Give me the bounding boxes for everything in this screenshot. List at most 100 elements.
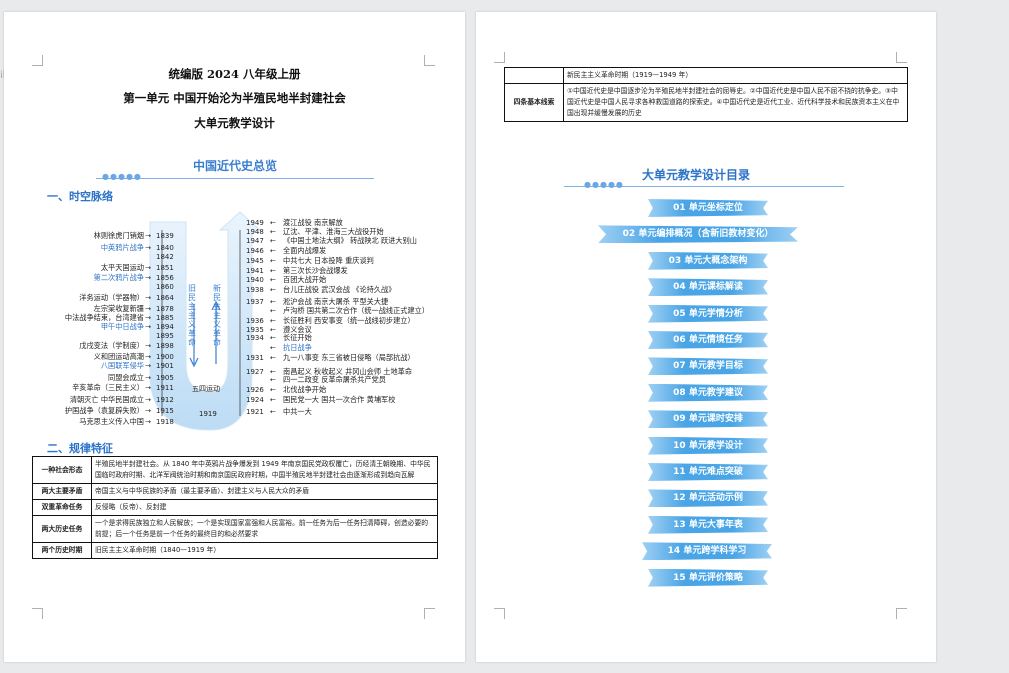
arrow-icon: →	[145, 383, 152, 392]
toc-item[interactable]: 03 单元大概念架构	[648, 251, 768, 270]
toc-item[interactable]: 08 单元教学建议	[648, 383, 768, 402]
timeline-event: 戊戌变法（学制度）	[79, 341, 144, 350]
timeline-year: 1941	[246, 267, 264, 275]
arrow-icon: ←	[270, 275, 277, 284]
design-title: 大单元教学设计	[194, 116, 275, 130]
timeline-year: 1915	[156, 407, 174, 415]
timeline-event: 左宗棠收复新疆	[93, 304, 144, 313]
arrow-icon: ←	[270, 375, 277, 384]
timeline-event: 洋务运动（学器物）	[79, 293, 144, 302]
timeline-year: 1851	[156, 264, 174, 272]
timeline-year: 1947	[246, 237, 264, 245]
timeline-event: 护国战争（袁复辟失败）	[64, 406, 144, 415]
crop-mark	[32, 55, 43, 66]
timeline-year: 1911	[156, 384, 174, 392]
timeline-event: 中法战争结束，台湾建省	[64, 313, 144, 322]
table-row: 两大主要矛盾 帝国主义与中华民族的矛盾（最主要矛盾）、封建主义与人民大众的矛盾	[32, 483, 438, 500]
toc-item[interactable]: 04 单元课标解读	[648, 278, 768, 297]
toc-title: 大单元教学设计目录	[642, 168, 751, 182]
timeline-event: 清朝灭亡 中华民国成立	[69, 395, 144, 404]
row-content: 半殖民地半封建社会。从 1840 年中英鸦片战争爆发到 1949 年南京国民党政…	[91, 456, 438, 484]
arrow-icon: ←	[270, 218, 277, 227]
timeline-event: 卢沟桥 国共第二次合作（统一战线正式建立）	[283, 306, 430, 315]
arrow-icon: →	[145, 231, 152, 240]
arrow-icon: →	[145, 243, 152, 252]
crop-mark	[424, 608, 435, 619]
arrow-icon: →	[145, 273, 152, 282]
arrow-icon: ←	[270, 297, 277, 306]
toc-item[interactable]: 09 单元课时安排	[648, 410, 768, 429]
row-header	[504, 67, 564, 84]
crop-mark	[494, 608, 505, 619]
timeline-year: 1901	[156, 362, 174, 370]
arrow-icon: ←	[270, 316, 277, 325]
arrow-icon: →	[145, 361, 152, 370]
timeline-year: 1864	[156, 294, 174, 302]
timeline-event: 《中国土地法大纲》 转战陕北 跃进大别山	[283, 236, 417, 245]
row-header: 双重革命任务	[32, 499, 92, 516]
table-row: 新民主主义革命时期（1919—1949 年）	[504, 67, 908, 84]
crop-mark	[32, 608, 43, 619]
timeline-year: 1878	[156, 305, 174, 313]
timeline-year: 1924	[246, 396, 264, 404]
arrow-icon: ←	[270, 246, 277, 255]
crop-mark	[896, 52, 907, 63]
arrow-icon: ←	[270, 306, 277, 315]
features-table: 一种社会形态 半殖民地半封建社会。从 1840 年中英鸦片战争爆发到 1949 年…	[32, 456, 438, 559]
arrow-icon: ←	[270, 395, 277, 404]
timeline-year: 1885	[156, 314, 174, 322]
timeline-event: 林则徐虎门销烟	[93, 231, 144, 240]
timeline-year: 1949	[246, 219, 264, 227]
toc-item[interactable]: 10 单元教学设计	[648, 436, 768, 455]
crop-mark	[424, 55, 435, 66]
toc-item[interactable]: 12 单元活动示例	[648, 489, 768, 508]
section-timeline-heading: 一、时空脉络	[47, 190, 113, 203]
table-row: 两大历史任务 一个是求得民族独立和人民解放；一个是实现国家富强和人民富裕。前一任务…	[32, 515, 438, 543]
arrow-icon: ←	[270, 333, 277, 342]
decor-dots: ●●●●●	[102, 172, 142, 181]
timeline-year: 1921	[246, 408, 264, 416]
arrow-icon: →	[145, 322, 152, 331]
toc-item[interactable]: 05 单元学情分析	[648, 304, 768, 323]
timeline-year: 1900	[156, 353, 174, 361]
timeline-event: 台儿庄战役 武汉会战 《论持久战》	[283, 285, 396, 294]
toc-item[interactable]: 01 单元坐标定位	[648, 199, 768, 217]
toc-item[interactable]: 06 单元情境任务	[648, 331, 768, 349]
toc-item[interactable]: 13 单元大事年表	[648, 515, 768, 534]
timeline-event: 中共一大	[283, 407, 312, 416]
decor-dots: ●●●●●	[584, 180, 624, 189]
arrow-icon: →	[145, 395, 152, 404]
crop-mark	[494, 52, 505, 63]
timeline-event: 辛亥革命（三民主义）	[72, 383, 144, 392]
document-page-right: 新民主主义革命时期（1919—1949 年） 四条基本线索 ①中国近代史是中国逐步沦…	[476, 12, 936, 662]
arrow-icon: →	[145, 341, 152, 350]
table-row: 四条基本线索 ①中国近代史是中国逐步沦为半殖民地半封建社会的屈辱史。②中国近代史是…	[504, 83, 908, 122]
arrow-icon: ←	[270, 236, 277, 245]
row-header: 两大历史任务	[32, 515, 92, 543]
doc-title: 统编版 2024 八年级上册	[168, 67, 301, 81]
timeline-year: 1946	[246, 247, 264, 255]
timeline-event: 甲午中日战争	[100, 322, 144, 331]
timeline-event: 淞沪会战 南京大屠杀 平型关大捷	[283, 297, 389, 306]
timeline-event: 国民党一大 国共一次合作 黄埔军校	[283, 395, 396, 404]
toc-item[interactable]: 11 单元难点突破	[648, 463, 768, 481]
timeline-year: 1894	[156, 323, 174, 331]
timeline-year: 1839	[156, 232, 174, 240]
timeline-year: 1938	[246, 286, 264, 294]
timeline-event: 渡江战役 南京解放	[283, 218, 343, 227]
toc-item[interactable]: 02 单元编排概况（含新旧教材变化）	[598, 225, 798, 244]
toc-item[interactable]: 14 单元跨学科学习	[642, 542, 772, 561]
toc-item[interactable]: 15 单元评价策略	[648, 568, 768, 587]
timeline-event: 中共七大 日本投降 重庆谈判	[283, 256, 374, 265]
timeline-event: 全面内战爆发	[283, 246, 327, 255]
timeline-event: 百团大战开始	[283, 275, 327, 284]
table-row: 双重革命任务 反侵略（反帝）、反封建	[32, 499, 438, 516]
arrow-icon: ←	[270, 343, 277, 352]
timeline-event: 第二次鸦片战争	[93, 273, 144, 282]
timeline-year: 1945	[246, 257, 264, 265]
timeline-event: 四一二政变 反革命屠杀共产党员	[283, 375, 386, 384]
toc-item[interactable]: 07 单元教学目标	[648, 357, 768, 376]
new-revolution-label: 新民主主义革命	[213, 284, 221, 347]
old-revolution-label: 旧民主主义革命	[188, 284, 196, 347]
year-1919-label: 1919	[199, 410, 217, 418]
